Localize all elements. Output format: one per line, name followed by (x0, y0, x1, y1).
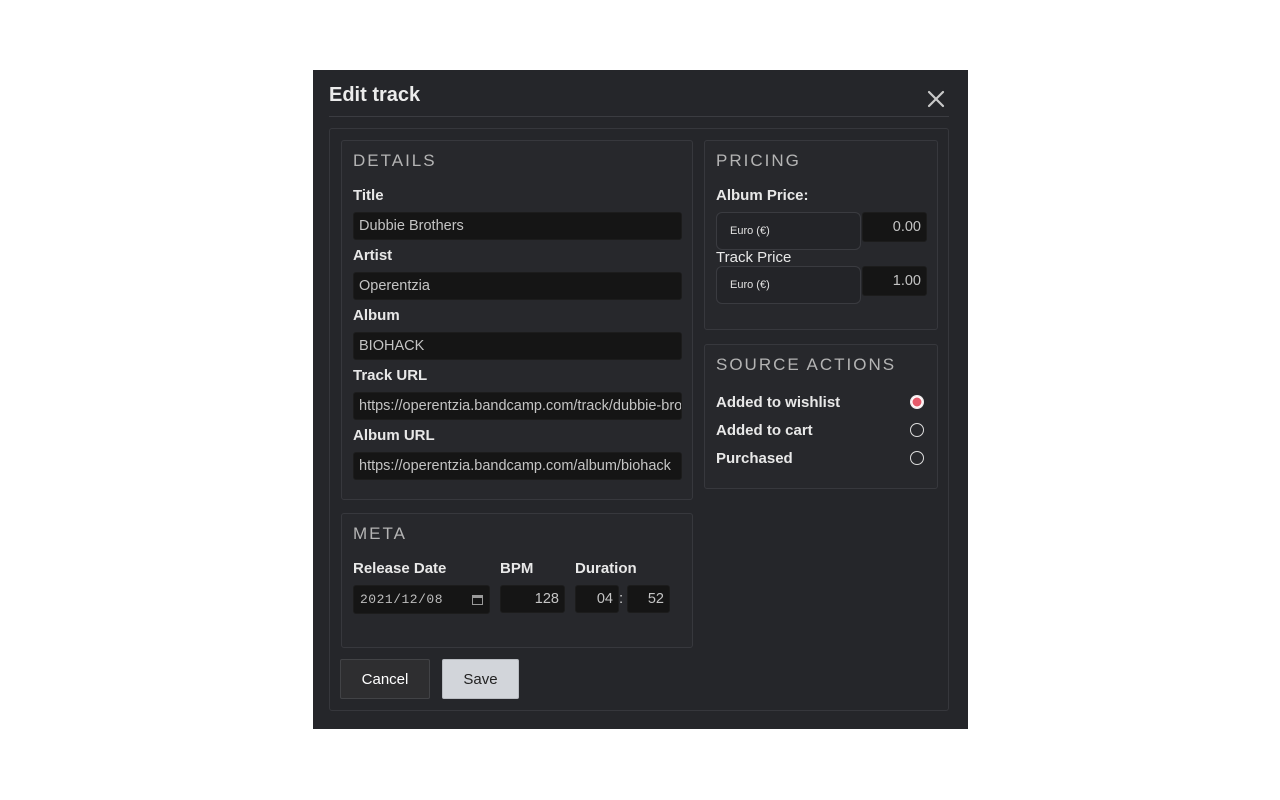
title-divider (329, 116, 949, 117)
bpm-input[interactable] (500, 585, 565, 613)
details-legend: DETAILS (353, 151, 437, 171)
track-price-input[interactable] (862, 266, 927, 296)
edit-track-dialog: Edit track DETAILS Title Artist Album Tr… (313, 70, 968, 729)
duration-separator: : (619, 590, 623, 607)
title-label: Title (353, 187, 384, 204)
calendar-icon[interactable] (472, 594, 483, 605)
track-currency-select[interactable]: Euro (€) (716, 266, 861, 304)
dialog-title: Edit track (329, 84, 420, 107)
album-label: Album (353, 307, 400, 324)
source-actions-legend: SOURCE ACTIONS (716, 355, 896, 375)
album-currency-select[interactable]: Euro (€) (716, 212, 861, 250)
purchased-radio[interactable] (910, 451, 924, 465)
close-icon[interactable] (925, 88, 947, 110)
details-section: DETAILS Title Artist Album Track URL Alb… (341, 140, 693, 500)
wishlist-option-label[interactable]: Added to wishlist (716, 394, 840, 411)
bpm-label: BPM (500, 560, 533, 577)
track-url-input[interactable] (353, 392, 682, 420)
release-date-input[interactable]: 2021/12/08 (353, 585, 490, 614)
artist-input[interactable] (353, 272, 682, 300)
cart-option-label[interactable]: Added to cart (716, 422, 813, 439)
duration-minutes-input[interactable] (575, 585, 619, 613)
duration-label: Duration (575, 560, 637, 577)
release-date-value: 2021/12/08 (360, 592, 443, 607)
cancel-button[interactable]: Cancel (340, 659, 430, 699)
meta-section: META Release Date 2021/12/08 BPM Duratio… (341, 513, 693, 648)
pricing-section: PRICING Album Price: Euro (€) Track Pric… (704, 140, 938, 330)
album-url-label: Album URL (353, 427, 435, 444)
artist-label: Artist (353, 247, 392, 264)
meta-legend: META (353, 524, 407, 544)
album-price-label: Album Price: (716, 187, 809, 204)
album-url-input[interactable] (353, 452, 682, 480)
cart-radio[interactable] (910, 423, 924, 437)
release-date-label: Release Date (353, 560, 446, 577)
album-price-input[interactable] (862, 212, 927, 242)
duration-seconds-input[interactable] (627, 585, 670, 613)
wishlist-radio[interactable] (910, 395, 924, 409)
purchased-option-label[interactable]: Purchased (716, 450, 793, 467)
dialog-body: DETAILS Title Artist Album Track URL Alb… (329, 128, 949, 711)
track-url-label: Track URL (353, 367, 427, 384)
album-input[interactable] (353, 332, 682, 360)
track-price-label: Track Price (716, 249, 791, 266)
source-actions-section: SOURCE ACTIONS Added to wishlist Added t… (704, 344, 938, 489)
pricing-legend: PRICING (716, 151, 801, 171)
save-button[interactable]: Save (442, 659, 519, 699)
title-input[interactable] (353, 212, 682, 240)
